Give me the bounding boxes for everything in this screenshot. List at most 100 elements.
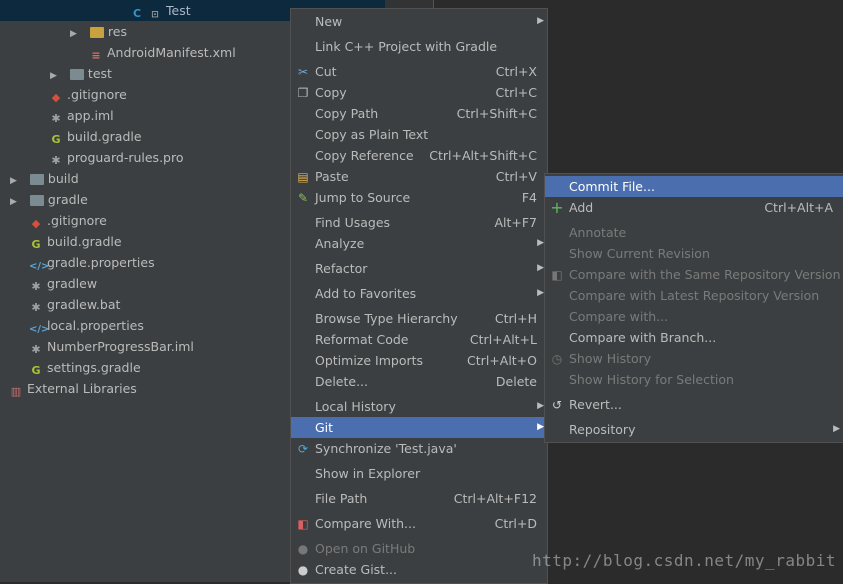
submenu-arrow-icon: ▶	[537, 263, 544, 273]
file-icon: ✱	[51, 154, 61, 167]
menu-item-create-gist[interactable]: ● Create Gist...	[291, 559, 547, 580]
tree-item-root-gitignore[interactable]: ◆ .gitignore	[29, 210, 107, 231]
menu-item-commit-file[interactable]: Commit File...	[545, 176, 843, 197]
java-class-icon: C	[132, 7, 142, 20]
tree-item-gitignore[interactable]: ◆ .gitignore	[49, 84, 127, 105]
compare-icon: ◧	[297, 517, 309, 531]
tree-item-proguard[interactable]: ✱ proguard-rules.pro	[49, 147, 183, 168]
tree-item-gradlew-bat[interactable]: ✱ gradlew.bat	[29, 294, 120, 315]
menu-item-add-to-favorites[interactable]: Add to Favorites ▶	[291, 283, 547, 304]
menu-item-refactor[interactable]: Refactor ▶	[291, 258, 547, 279]
tree-item-numberprogressbar-iml[interactable]: ✱ NumberProgressBar.iml	[29, 336, 194, 357]
file-icon: ✱	[31, 301, 41, 314]
gradle-icon: G	[31, 238, 41, 251]
menu-item-analyze[interactable]: Analyze ▶	[291, 233, 547, 254]
menu-item-find-usages[interactable]: Find Usages Alt+F7	[291, 212, 547, 233]
context-menu: New ▶ Link C++ Project with Gradle ✂ Cut Ct…	[290, 8, 548, 584]
menu-item-copy-plain-text[interactable]: Copy as Plain Text	[291, 124, 547, 145]
submenu-arrow-icon: ▶	[833, 424, 840, 434]
copy-icon: ❐	[297, 86, 309, 100]
folder-icon	[69, 69, 84, 80]
res-folder-icon	[89, 27, 104, 38]
lock-icon: ⊡	[151, 10, 159, 20]
properties-icon: </>	[29, 324, 50, 335]
gradle-icon: G	[31, 364, 41, 377]
tree-item-res[interactable]: ▶ res	[70, 21, 127, 42]
menu-item-copy[interactable]: ❐ Copy Ctrl+C	[291, 82, 547, 103]
watermark: http://blog.csdn.net/my_rabbit	[532, 551, 836, 570]
menu-item-synchronize[interactable]: ⟳ Synchronize 'Test.java'	[291, 438, 547, 459]
menu-item-show-history-selection[interactable]: Show History for Selection	[545, 369, 843, 390]
menu-item-annotate[interactable]: Annotate	[545, 222, 843, 243]
submenu-arrow-icon: ▶	[537, 16, 544, 26]
menu-item-link-cpp[interactable]: Link C++ Project with Gradle	[291, 36, 547, 57]
submenu-arrow-icon: ▶	[537, 401, 544, 411]
menu-item-show-in-explorer[interactable]: Show in Explorer	[291, 463, 547, 484]
iml-file-icon: ✱	[51, 112, 61, 125]
tree-item-gradlew[interactable]: ✱ gradlew	[29, 273, 97, 294]
gitignore-icon: ◆	[51, 91, 61, 104]
submenu-arrow-icon: ▶	[537, 288, 544, 298]
menu-item-add[interactable]: + Add Ctrl+Alt+A	[545, 197, 843, 218]
menu-item-show-current-revision[interactable]: Show Current Revision	[545, 243, 843, 264]
menu-item-file-path[interactable]: File Path Ctrl+Alt+F12	[291, 488, 547, 509]
tree-item-androidmanifest[interactable]: ≡ AndroidManifest.xml	[89, 42, 235, 63]
menu-item-repository[interactable]: Repository ▶	[545, 419, 843, 440]
menu-item-revert[interactable]: ↺ Revert...	[545, 394, 843, 415]
xml-file-icon: ≡	[91, 49, 101, 62]
tree-item-external-libraries[interactable]: ▥ External Libraries	[9, 378, 137, 399]
plus-icon: +	[550, 198, 564, 217]
menu-item-compare-with[interactable]: ◧ Compare With... Ctrl+D	[291, 513, 547, 534]
folder-icon	[29, 174, 44, 185]
menu-item-show-history[interactable]: ◷ Show History	[545, 348, 843, 369]
menu-item-compare-with-branch[interactable]: Compare with Branch...	[545, 327, 843, 348]
edit-icon: ✎	[297, 191, 309, 205]
github-icon: ●	[297, 563, 309, 577]
sync-icon: ⟳	[297, 442, 309, 456]
history-icon: ◷	[551, 352, 563, 366]
properties-icon: </>	[29, 261, 50, 272]
compare-icon: ◧	[551, 268, 563, 282]
expand-arrow-icon[interactable]: ▶	[70, 24, 78, 45]
scissors-icon: ✂	[297, 65, 309, 79]
github-icon: ●	[297, 542, 309, 556]
gradle-icon: G	[51, 133, 61, 146]
tree-item-gradle-properties[interactable]: </>gradle.properties	[29, 252, 155, 273]
menu-item-jump-to-source[interactable]: ✎ Jump to Source F4	[291, 187, 547, 208]
tree-item-root-build-gradle[interactable]: Gbuild.gradle	[29, 231, 121, 252]
menu-item-git[interactable]: Git ▶	[291, 417, 547, 438]
menu-item-local-history[interactable]: Local History ▶	[291, 396, 547, 417]
tree-item-build-folder[interactable]: ▶ build	[10, 168, 79, 189]
menu-item-new[interactable]: New ▶	[291, 11, 547, 32]
menu-item-paste[interactable]: ▤ Paste Ctrl+V	[291, 166, 547, 187]
menu-item-reformat-code[interactable]: Reformat Code Ctrl+Alt+L	[291, 329, 547, 350]
menu-item-browse-type-hierarchy[interactable]: Browse Type Hierarchy Ctrl+H	[291, 308, 547, 329]
tree-item-settings-gradle[interactable]: Gsettings.gradle	[29, 357, 140, 378]
tree-item-local-properties[interactable]: </>local.properties	[29, 315, 144, 336]
menu-item-compare-same-version[interactable]: ◧ Compare with the Same Repository Versio…	[545, 264, 843, 285]
tree-item-gradle-folder[interactable]: ▶ gradle	[10, 189, 88, 210]
tree-item-app-iml[interactable]: ✱ app.iml	[49, 105, 113, 126]
tree-item-build-gradle[interactable]: Gbuild.gradle	[49, 126, 141, 147]
gitignore-icon: ◆	[31, 217, 41, 230]
menu-item-delete[interactable]: Delete... Delete	[291, 371, 547, 392]
menu-item-compare-with-dis[interactable]: Compare with...	[545, 306, 843, 327]
file-icon: ✱	[31, 280, 41, 293]
menu-item-compare-latest-version[interactable]: Compare with Latest Repository Version	[545, 285, 843, 306]
menu-item-copy-reference[interactable]: Copy Reference Ctrl+Alt+Shift+C	[291, 145, 547, 166]
submenu-arrow-icon: ▶	[537, 422, 544, 432]
menu-item-copy-path[interactable]: Copy Path Ctrl+Shift+C	[291, 103, 547, 124]
revert-icon: ↺	[551, 398, 563, 412]
menu-item-optimize-imports[interactable]: Optimize Imports Ctrl+Alt+O	[291, 350, 547, 371]
git-submenu: Commit File... + Add Ctrl+Alt+A Annotate S…	[544, 173, 843, 443]
iml-file-icon: ✱	[31, 343, 41, 356]
library-icon: ▥	[10, 385, 22, 398]
tree-item-test-folder[interactable]: ▶ test	[50, 63, 112, 84]
folder-icon	[29, 195, 44, 206]
paste-icon: ▤	[297, 170, 309, 184]
menu-item-open-on-github[interactable]: ● Open on GitHub	[291, 538, 547, 559]
tree-item-test-class[interactable]: C ⊡ Test	[130, 0, 191, 21]
submenu-arrow-icon: ▶	[537, 238, 544, 248]
expand-arrow-icon[interactable]: ▶	[10, 192, 18, 213]
menu-item-cut[interactable]: ✂ Cut Ctrl+X	[291, 61, 547, 82]
